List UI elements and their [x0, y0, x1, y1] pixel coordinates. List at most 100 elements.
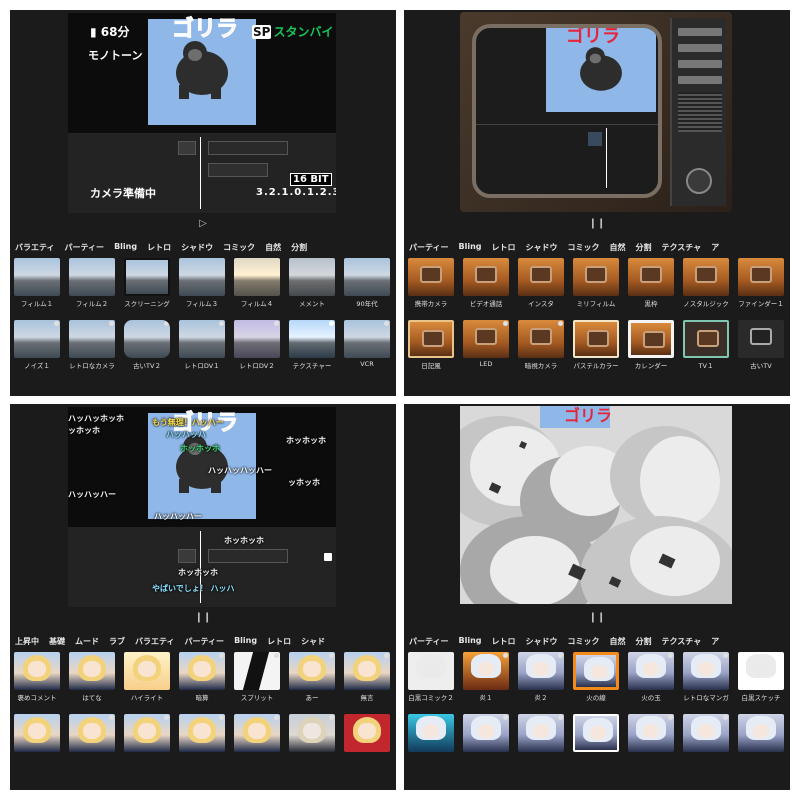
- tab-nature[interactable]: 自然: [605, 631, 631, 651]
- tab-split[interactable]: 分割: [286, 237, 312, 257]
- effect-item[interactable]: 白黒スケッチ: [738, 652, 784, 702]
- tab-bling[interactable]: Bling: [454, 631, 487, 651]
- tab-retro[interactable]: レトロ: [262, 631, 296, 651]
- tab-party[interactable]: パーティー: [404, 237, 454, 257]
- effect-item[interactable]: レトロDV２: [234, 320, 280, 370]
- effect-item[interactable]: [463, 714, 509, 752]
- playhead[interactable]: [200, 137, 201, 209]
- tab-bling[interactable]: Bling: [229, 631, 262, 651]
- effect-item[interactable]: 炎１: [463, 652, 509, 702]
- tab-retro[interactable]: レトロ: [142, 237, 176, 257]
- effect-item[interactable]: 炎２: [518, 652, 564, 702]
- tab-shadow[interactable]: シャド: [296, 631, 330, 651]
- effect-item[interactable]: 褒めコメント: [14, 652, 60, 702]
- effect-item[interactable]: [14, 714, 60, 752]
- effect-item[interactable]: [738, 714, 784, 752]
- effect-item[interactable]: レトロDV１: [179, 320, 225, 370]
- effect-item[interactable]: [234, 714, 280, 752]
- clip-thumb[interactable]: [178, 549, 196, 563]
- pause-icon[interactable]: ❙❙: [589, 612, 606, 623]
- pause-icon[interactable]: ❙❙: [589, 218, 606, 229]
- effect-item[interactable]: あー: [289, 652, 335, 702]
- effect-item[interactable]: ハイライト: [124, 652, 170, 702]
- effect-item[interactable]: パステルカラー: [573, 320, 619, 370]
- tab-retro[interactable]: レトロ: [487, 237, 521, 257]
- effect-item[interactable]: [179, 714, 225, 752]
- play-icon[interactable]: ▷: [199, 218, 207, 229]
- tab-variety[interactable]: バラエティ: [10, 237, 60, 257]
- effect-item[interactable]: ノイズ１: [14, 320, 60, 370]
- effect-item[interactable]: LED: [463, 320, 509, 368]
- tab-comic[interactable]: コミック: [218, 237, 260, 257]
- tab-party[interactable]: パーティー: [404, 631, 454, 651]
- tab-variety[interactable]: バラエティ: [130, 631, 180, 651]
- tab-love[interactable]: ラブ: [104, 631, 130, 651]
- clip-track[interactable]: [208, 549, 288, 563]
- tab-comic[interactable]: コミック: [563, 237, 605, 257]
- tab-basic[interactable]: 基礎: [44, 631, 70, 651]
- effect-item[interactable]: レトロなカメラ: [69, 320, 115, 370]
- effect-item[interactable]: 無言: [344, 652, 390, 702]
- effect-item[interactable]: 火の線: [573, 652, 619, 702]
- effect-item[interactable]: ノスタルジック: [683, 258, 729, 308]
- tab-shadow[interactable]: シャドウ: [521, 631, 563, 651]
- effect-item[interactable]: フィルム１: [14, 258, 60, 308]
- effect-item[interactable]: [289, 714, 335, 752]
- effect-item[interactable]: [408, 714, 454, 752]
- tab-texture[interactable]: テクスチャ: [657, 631, 707, 651]
- clip-thumb[interactable]: [178, 141, 196, 155]
- effect-item[interactable]: 暗視カメラ: [518, 320, 564, 370]
- effect-item[interactable]: [628, 714, 674, 752]
- effect-item[interactable]: 携帯カメラ: [408, 258, 454, 308]
- effect-item[interactable]: [683, 714, 729, 752]
- tab-mood[interactable]: ムード: [70, 631, 104, 651]
- effect-item[interactable]: [518, 714, 564, 752]
- effect-item[interactable]: VCR: [344, 320, 390, 368]
- effect-item[interactable]: 古いTV: [738, 320, 784, 370]
- tab-shadow[interactable]: シャドウ: [521, 237, 563, 257]
- add-icon[interactable]: [324, 553, 332, 561]
- effect-item[interactable]: インスタ: [518, 258, 564, 308]
- effect-item[interactable]: 日記風: [408, 320, 454, 370]
- effect-item[interactable]: ファインダー１: [738, 258, 784, 308]
- effect-item[interactable]: スクリーニング: [124, 258, 170, 308]
- effect-item[interactable]: ビデオ通話: [463, 258, 509, 308]
- effect-item[interactable]: フィルム２: [69, 258, 115, 308]
- effect-item[interactable]: TV１: [683, 320, 729, 370]
- effect-item[interactable]: フィルム４: [234, 258, 280, 308]
- tab-texture[interactable]: テクスチャ: [657, 237, 707, 257]
- effect-item[interactable]: テクスチャー: [289, 320, 335, 370]
- effect-item[interactable]: 暗算: [179, 652, 225, 702]
- effect-item[interactable]: [124, 714, 170, 752]
- tab-bling[interactable]: Bling: [109, 237, 142, 257]
- tab-more[interactable]: ア: [706, 237, 724, 257]
- effect-item[interactable]: ミリフィルム: [573, 258, 619, 308]
- effect-item[interactable]: スプリット: [234, 652, 280, 702]
- effect-item[interactable]: カレンダー: [628, 320, 674, 370]
- effect-item[interactable]: 黒枠: [628, 258, 674, 308]
- effect-item[interactable]: フィルム３: [179, 258, 225, 308]
- tab-nature[interactable]: 自然: [605, 237, 631, 257]
- tab-nature[interactable]: 自然: [260, 237, 286, 257]
- effect-item[interactable]: 90年代: [344, 258, 390, 308]
- tab-split[interactable]: 分割: [631, 631, 657, 651]
- tab-shadow[interactable]: シャドウ: [176, 237, 218, 257]
- pause-icon[interactable]: ❙❙: [195, 612, 212, 623]
- effect-item[interactable]: 古いTV２: [124, 320, 170, 370]
- effect-item[interactable]: [69, 714, 115, 752]
- tab-party[interactable]: パーティー: [180, 631, 230, 651]
- effect-item[interactable]: メメント: [289, 258, 335, 308]
- tab-bling[interactable]: Bling: [454, 237, 487, 257]
- tab-party[interactable]: パーティー: [60, 237, 110, 257]
- tab-comic[interactable]: コミック: [563, 631, 605, 651]
- tab-split[interactable]: 分割: [631, 237, 657, 257]
- clip-track-2[interactable]: [208, 163, 268, 177]
- effect-item[interactable]: [573, 714, 619, 752]
- tab-trending[interactable]: 上昇中: [10, 631, 44, 651]
- clip-track[interactable]: [208, 141, 288, 155]
- effect-item[interactable]: レトロなマンガ: [683, 652, 729, 702]
- tab-retro[interactable]: レトロ: [487, 631, 521, 651]
- effect-item[interactable]: はてな: [69, 652, 115, 702]
- effect-item[interactable]: [344, 714, 390, 752]
- effect-item[interactable]: 白黒コミック２: [408, 652, 454, 702]
